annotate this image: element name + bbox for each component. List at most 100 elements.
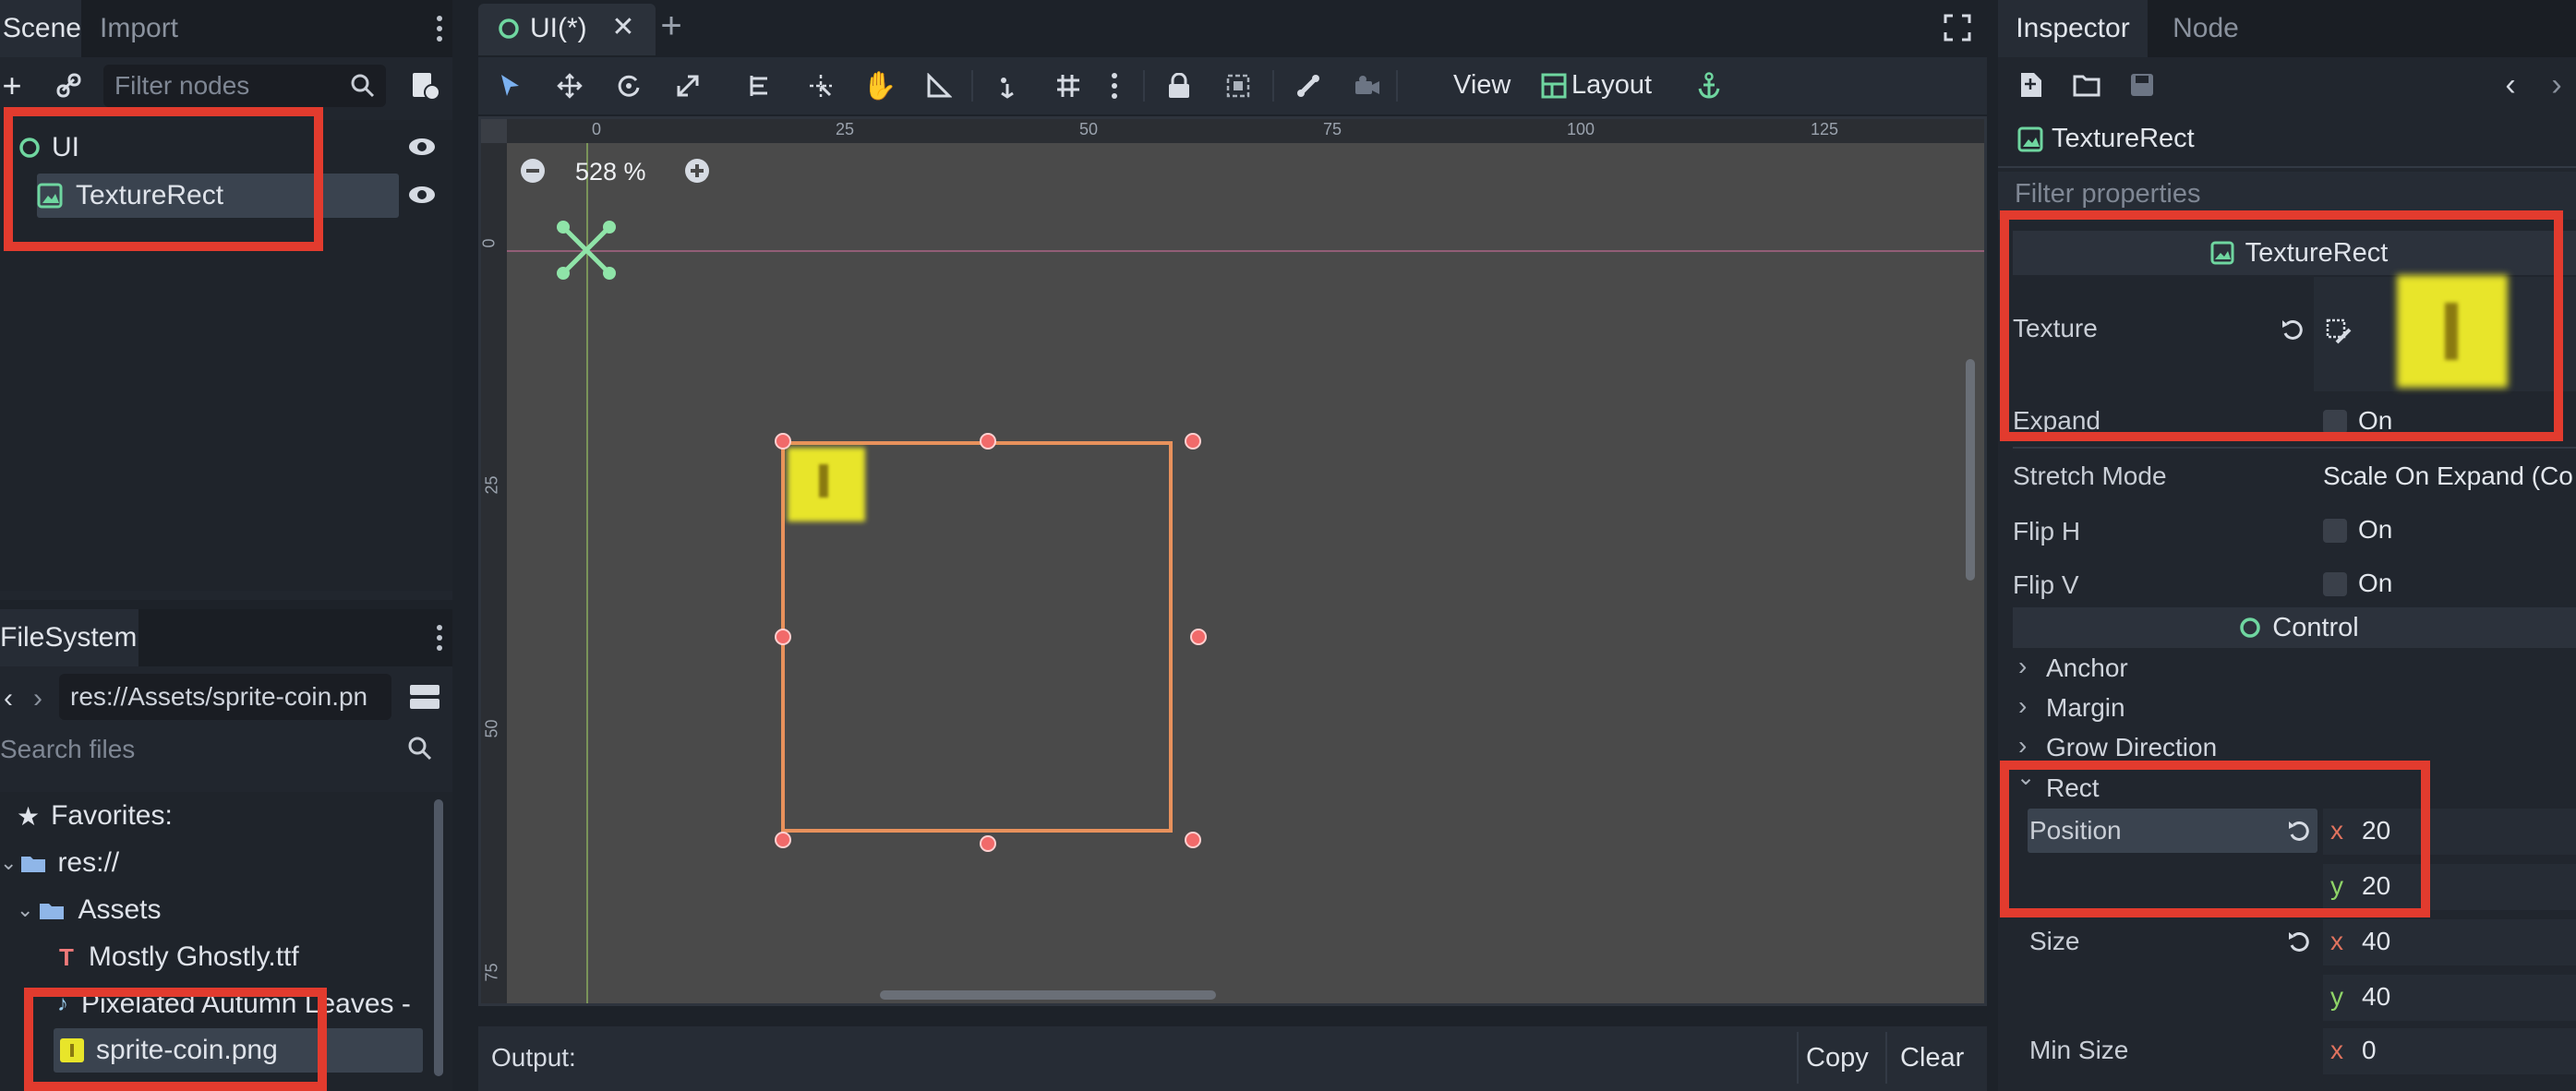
size-y-value[interactable]: 40	[2362, 982, 2390, 1012]
ruler-tool-icon[interactable]	[920, 66, 958, 105]
horizontal-scrollbar[interactable]	[880, 990, 1216, 1000]
list-item-sprite-coin[interactable]: sprite-coin.png	[0, 1028, 278, 1073]
smart-snap-icon[interactable]	[990, 66, 1029, 105]
revert-icon[interactable]	[2284, 816, 2314, 845]
instance-scene-icon[interactable]	[408, 68, 441, 103]
anchor-gizmo-icon[interactable]	[553, 217, 620, 283]
path-field[interactable]: res://Assets/sprite-coin.pn	[59, 674, 391, 720]
split-view-icon[interactable]	[406, 679, 443, 714]
tab-inspector[interactable]: Inspector	[1998, 0, 2148, 57]
list-item-audio-file[interactable]: ♪ Pixelated Autumn Leaves -	[0, 982, 411, 1026]
clear-button[interactable]: Clear	[1900, 1043, 1964, 1073]
search-files-input[interactable]: Search files	[0, 727, 443, 773]
stretch-mode-select[interactable]: Scale On Expand (Co	[2323, 462, 2573, 491]
inspected-object-name[interactable]: TextureRect	[2052, 124, 2195, 154]
grid-snap-icon[interactable]	[1049, 66, 1088, 105]
open-folder-icon[interactable]	[2068, 66, 2105, 103]
resize-handle[interactable]	[980, 433, 996, 450]
flip-h-checkbox[interactable]	[2323, 519, 2347, 543]
group-icon[interactable]	[1219, 66, 1258, 105]
forward-arrow-icon[interactable]: ›	[28, 683, 48, 714]
min-size-label: Min Size	[2029, 1036, 2129, 1064]
resize-handle[interactable]	[1185, 433, 1201, 450]
expand-checkbox[interactable]	[2323, 410, 2347, 434]
resize-handle[interactable]	[775, 629, 791, 645]
bone-icon[interactable]	[1289, 66, 1328, 105]
list-item-font-file[interactable]: T Mostly Ghostly.ttf	[0, 935, 299, 979]
list-item-assets[interactable]: ⌄ Assets	[0, 888, 161, 932]
resize-handle[interactable]	[775, 832, 791, 848]
position-x-value[interactable]: 20	[2362, 816, 2390, 845]
scene-dock: Scene Import + Filter nodes UI TextureRe…	[0, 0, 452, 600]
filter-nodes-input[interactable]: Filter nodes	[103, 65, 386, 107]
resize-handle[interactable]	[1185, 832, 1201, 848]
add-node-icon[interactable]: +	[0, 66, 24, 104]
tab-filesystem[interactable]: FileSystem	[0, 609, 138, 666]
section-header-control[interactable]: Control	[2013, 607, 2576, 648]
tab-node[interactable]: Node	[2164, 0, 2247, 57]
filter-properties-input[interactable]: Filter properties	[1998, 172, 2576, 220]
save-icon[interactable]	[2124, 66, 2161, 103]
copy-button[interactable]: Copy	[1806, 1043, 1869, 1073]
toolbar-divider	[1272, 70, 1274, 102]
position-y-value[interactable]: 20	[2362, 871, 2390, 901]
rotate-tool-icon[interactable]	[609, 66, 648, 105]
list-item-favorites[interactable]: ★ Favorites:	[0, 794, 173, 838]
group-rect[interactable]: Rect	[2046, 773, 2100, 803]
resize-handle[interactable]	[775, 433, 791, 450]
tab-import[interactable]: Import	[100, 0, 201, 57]
link-icon[interactable]	[54, 70, 85, 102]
revert-icon[interactable]	[2277, 314, 2308, 345]
close-tab-icon[interactable]: ✕	[609, 12, 637, 42]
toolbar-divider	[971, 70, 973, 102]
lock-icon[interactable]	[1160, 66, 1198, 105]
zoom-level[interactable]: 528 %	[575, 158, 646, 186]
pivot-tool-icon[interactable]	[801, 66, 840, 105]
group-grow-direction[interactable]: Grow Direction	[2046, 733, 2217, 762]
vertical-scrollbar[interactable]	[1966, 359, 1975, 581]
image-file-icon	[59, 1037, 85, 1063]
select-tool-icon[interactable]	[491, 66, 530, 105]
filesystem-scrollbar[interactable]	[434, 799, 443, 1076]
more-options-icon[interactable]	[1102, 66, 1126, 105]
min-size-x-value[interactable]: 0	[2362, 1036, 2377, 1065]
revert-icon[interactable]	[2284, 927, 2314, 956]
history-back-icon[interactable]: ‹	[2497, 66, 2524, 103]
dock-menu-icon[interactable]	[432, 13, 447, 44]
flip-v-checkbox[interactable]	[2323, 572, 2347, 596]
new-resource-icon[interactable]	[2013, 66, 2050, 103]
scene-tree-node-ui[interactable]: UI	[0, 126, 434, 170]
zoom-in-icon[interactable]	[682, 156, 712, 186]
folder-icon	[20, 852, 46, 874]
history-forward-icon[interactable]: ›	[2543, 66, 2570, 103]
layout-menu[interactable]: Layout	[1571, 70, 1652, 101]
visibility-eye-icon[interactable]	[406, 179, 438, 210]
pan-tool-icon[interactable]: ✋	[861, 66, 899, 105]
scale-tool-icon[interactable]	[668, 66, 707, 105]
list-select-tool-icon[interactable]	[742, 66, 781, 105]
section-header-texturerect[interactable]: TextureRect	[2013, 231, 2576, 275]
scene-tree-node-texturerect[interactable]: TextureRect	[0, 174, 397, 218]
move-tool-icon[interactable]	[550, 66, 589, 105]
size-x-value[interactable]: 40	[2362, 927, 2390, 956]
zoom-out-icon[interactable]	[518, 156, 548, 186]
list-item-res[interactable]: ⌄ res://	[0, 841, 119, 885]
resize-handle[interactable]	[1190, 629, 1207, 645]
resize-handle[interactable]	[980, 835, 996, 852]
fullscreen-icon[interactable]	[1941, 11, 1974, 44]
camera-icon[interactable]	[1348, 66, 1387, 105]
dock-menu-icon[interactable]	[432, 622, 447, 653]
view-menu[interactable]: View	[1453, 70, 1511, 101]
back-arrow-icon[interactable]: ‹	[0, 683, 17, 714]
layout-grid-icon	[1540, 72, 1568, 100]
add-tab-icon[interactable]: +	[656, 6, 687, 46]
group-margin[interactable]: Margin	[2046, 693, 2125, 723]
viewport[interactable]: 0 25 50 75 100 125 0 25 50 75 528 %	[478, 116, 1987, 1006]
anchor-icon[interactable]	[1690, 66, 1728, 105]
tab-scene[interactable]: Scene	[0, 0, 81, 57]
texture-edit-icon[interactable]	[2323, 316, 2354, 347]
visibility-eye-icon[interactable]	[406, 131, 438, 162]
group-anchor[interactable]: Anchor	[2046, 653, 2128, 683]
flip-v-label: Flip V	[2013, 570, 2079, 599]
node-label: TextureRect	[76, 180, 224, 210]
